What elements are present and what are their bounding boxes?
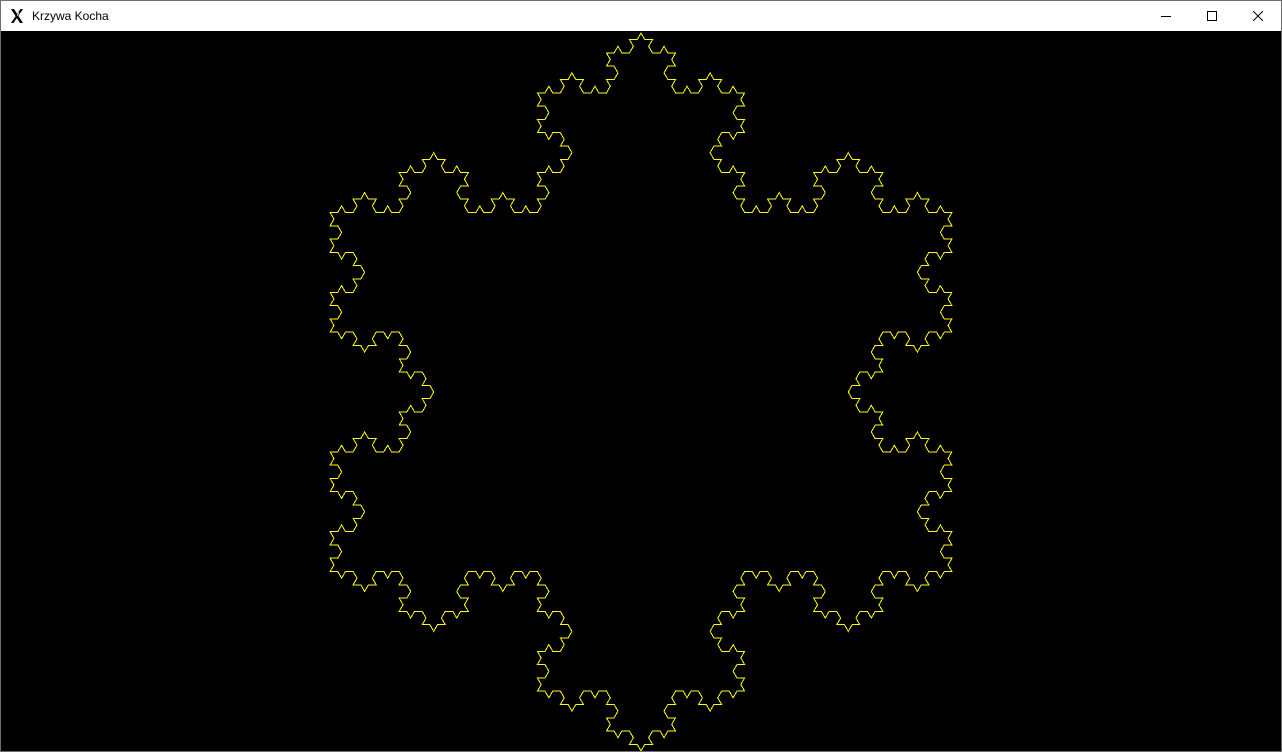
close-icon [1253,11,1263,21]
minimize-button[interactable] [1143,1,1189,31]
koch-curve [329,32,953,751]
maximize-icon [1207,11,1217,21]
x-logo-icon [8,7,26,25]
title-bar[interactable]: Krzywa Kocha [1,1,1281,31]
close-button[interactable] [1235,1,1281,31]
window-controls [1143,1,1281,31]
maximize-button[interactable] [1189,1,1235,31]
app-window: Krzywa Kocha [0,0,1282,752]
minimize-icon [1161,16,1171,17]
drawing-canvas [1,31,1281,751]
window-title: Krzywa Kocha [32,9,109,23]
koch-snowflake [329,32,953,751]
